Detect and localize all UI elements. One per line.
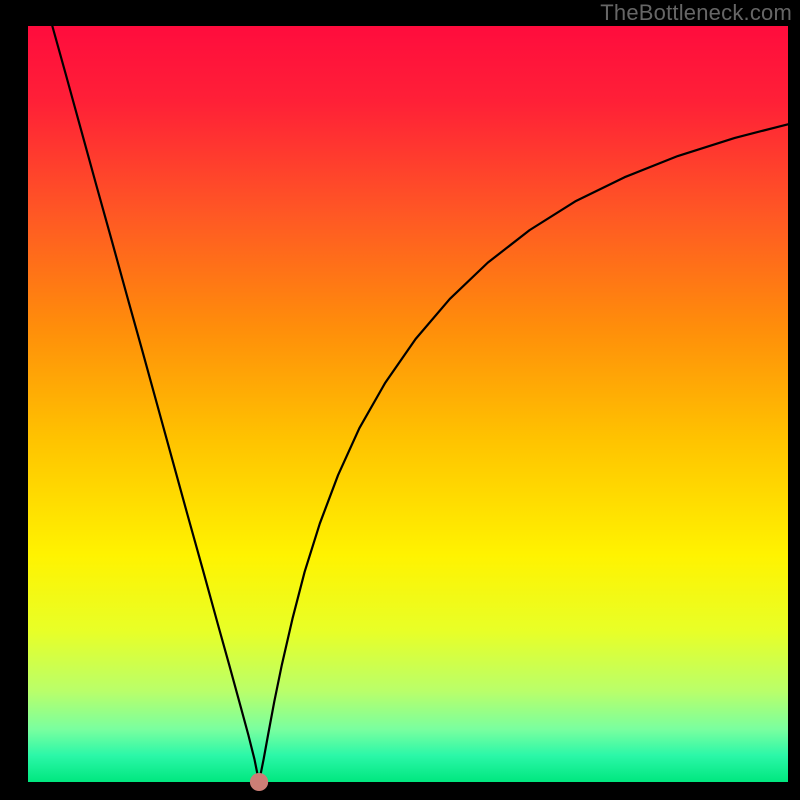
chart-container: { "watermark": "TheBottleneck.com", "cha… [0,0,800,800]
plot-area [28,26,788,782]
bottleneck-chart [0,0,800,800]
watermark-text: TheBottleneck.com [600,0,792,26]
minimum-marker [250,773,268,791]
